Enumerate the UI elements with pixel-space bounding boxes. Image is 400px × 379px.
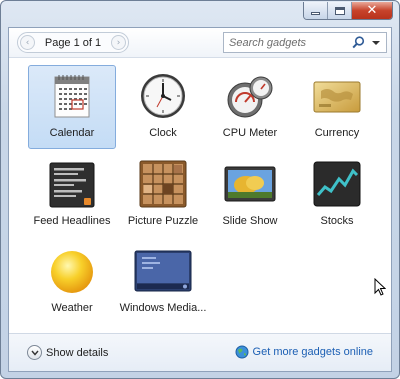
minimize-icon (311, 12, 320, 15)
gadget-label: Picture Puzzle (127, 215, 199, 227)
page-indicator: Page 1 of 1 (44, 36, 102, 49)
windows-media-icon (133, 246, 193, 296)
chevron-down-icon (27, 345, 42, 360)
gadget-label: Calendar (49, 127, 95, 139)
gadget-label: Clock (149, 127, 177, 139)
search-button[interactable] (348, 33, 368, 52)
gadget-tile-feed-headlines[interactable]: Feed Headlines (28, 153, 116, 237)
gadget-label: CPU Meter (222, 127, 278, 139)
feed-headlines-icon (44, 159, 100, 209)
gallery-panel: ‹ Page 1 of 1 › Search gadgets Calendar … (8, 27, 392, 372)
picture-puzzle-icon (135, 159, 191, 209)
minimize-button[interactable] (304, 2, 328, 19)
show-details-button[interactable]: Show details (27, 345, 108, 360)
dropdown-arrow-icon (372, 40, 380, 45)
globe-icon (235, 345, 249, 359)
gadget-label: Currency (314, 127, 360, 139)
gadget-grid: Calendar Clock CPU Meter Currency Feed H… (9, 59, 391, 335)
gadget-label: Feed Headlines (33, 215, 111, 227)
toolbar: ‹ Page 1 of 1 › (9, 28, 391, 58)
maximize-button[interactable] (328, 2, 352, 19)
maximize-icon (334, 6, 345, 15)
show-details-label: Show details (46, 346, 109, 359)
clock-icon (135, 71, 191, 121)
gadgets-window: ✕ ‹ Page 1 of 1 › Search gadgets Calenda… (0, 0, 400, 379)
gadget-tile-windows-media[interactable]: Windows Media... (115, 240, 211, 324)
close-icon: ✕ (366, 3, 378, 18)
pager: ‹ Page 1 of 1 › (17, 32, 129, 53)
weather-icon (44, 246, 100, 296)
gadget-tile-picture-puzzle[interactable]: Picture Puzzle (119, 153, 207, 237)
currency-icon (309, 71, 365, 121)
slide-show-icon (222, 159, 278, 209)
search-box (223, 32, 387, 53)
cpu-meter-icon (222, 71, 278, 121)
chevron-left-icon: ‹ (25, 37, 30, 48)
gadget-tile-cpu-meter[interactable]: CPU Meter (206, 65, 294, 149)
mouse-cursor-icon (374, 278, 386, 296)
search-icon (351, 36, 364, 49)
gadget-label: Weather (51, 302, 93, 314)
caption-buttons: ✕ (303, 2, 393, 20)
calendar-icon (44, 71, 100, 121)
gadget-label: Stocks (320, 215, 354, 227)
get-more-gadgets-link[interactable]: Get more gadgets online (235, 345, 373, 359)
gadget-tile-weather[interactable]: Weather (28, 240, 116, 324)
stocks-icon (309, 159, 365, 209)
footer: Show details Get more gadgets online (9, 333, 391, 371)
gadget-label: Slide Show (222, 215, 278, 227)
close-button[interactable]: ✕ (352, 2, 392, 19)
gadget-tile-clock[interactable]: Clock (119, 65, 207, 149)
gadget-tile-stocks[interactable]: Stocks (293, 153, 381, 237)
gadget-tile-slide-show[interactable]: Slide Show (206, 153, 294, 237)
gadget-tile-currency[interactable]: Currency (293, 65, 381, 149)
get-more-gadgets-label: Get more gadgets online (252, 346, 373, 358)
chevron-right-icon: › (116, 37, 121, 48)
gadget-label: Windows Media... (119, 302, 207, 314)
search-options-button[interactable] (368, 33, 384, 52)
gadget-tile-calendar[interactable]: Calendar (28, 65, 116, 149)
next-page-button[interactable]: › (111, 35, 126, 50)
search-input[interactable] (224, 33, 348, 52)
previous-page-button[interactable]: ‹ (20, 35, 35, 50)
